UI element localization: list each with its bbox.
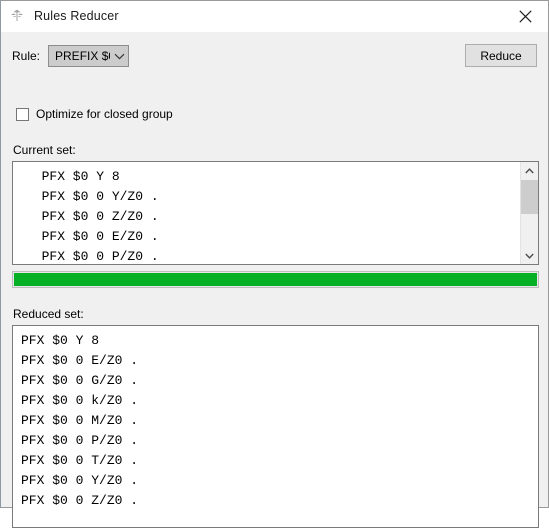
current-set-label: Current set:	[13, 143, 76, 157]
rules-reducer-dialog: Rules Reducer Rule: PREFIX $0 Reduce Opt…	[0, 0, 549, 528]
scroll-up-button[interactable]	[521, 162, 538, 179]
reduce-button[interactable]: Reduce	[465, 44, 537, 67]
current-set-scrollbar[interactable]	[520, 162, 538, 264]
chevron-down-icon	[525, 253, 534, 259]
rule-label: Rule:	[12, 49, 41, 63]
window-title: Rules Reducer	[34, 9, 119, 23]
optimize-checkbox-label: Optimize for closed group	[36, 107, 173, 121]
scrollbar-thumb[interactable]	[521, 180, 538, 214]
rule-row: Rule: PREFIX $0 Reduce	[12, 44, 537, 68]
current-set-text: PFX $0 Y 8 PFX $0 0 Y/Z0 . PFX $0 0 Z/Z0…	[41, 169, 159, 264]
reduced-set-textbox[interactable]: PFX $0 Y 8 PFX $0 0 E/Z0 . PFX $0 0 G/Z0…	[12, 325, 539, 528]
chevron-down-icon	[110, 53, 128, 60]
title-bar: Rules Reducer	[1, 1, 548, 32]
reduced-set-text: PFX $0 Y 8 PFX $0 0 E/Z0 . PFX $0 0 G/Z0…	[21, 333, 139, 508]
rule-select[interactable]: PREFIX $0	[48, 45, 130, 67]
dialog-body: Rule: PREFIX $0 Reduce Optimize for clos…	[1, 32, 548, 528]
chevron-up-icon	[525, 167, 534, 173]
reduced-set-label: Reduced set:	[13, 307, 84, 321]
progress-bar-fill	[14, 273, 537, 286]
current-set-textbox[interactable]: PFX $0 Y 8 PFX $0 0 Y/Z0 . PFX $0 0 Z/Z0…	[12, 161, 539, 265]
application-icon	[11, 9, 23, 21]
close-icon	[519, 9, 532, 23]
scroll-down-button[interactable]	[521, 247, 538, 264]
optimize-checkbox-row[interactable]: Optimize for closed group	[16, 107, 173, 121]
close-button[interactable]	[503, 1, 548, 31]
optimize-checkbox[interactable]	[16, 107, 29, 121]
rule-select-value: PREFIX $0	[55, 49, 111, 63]
progress-bar	[12, 271, 539, 288]
